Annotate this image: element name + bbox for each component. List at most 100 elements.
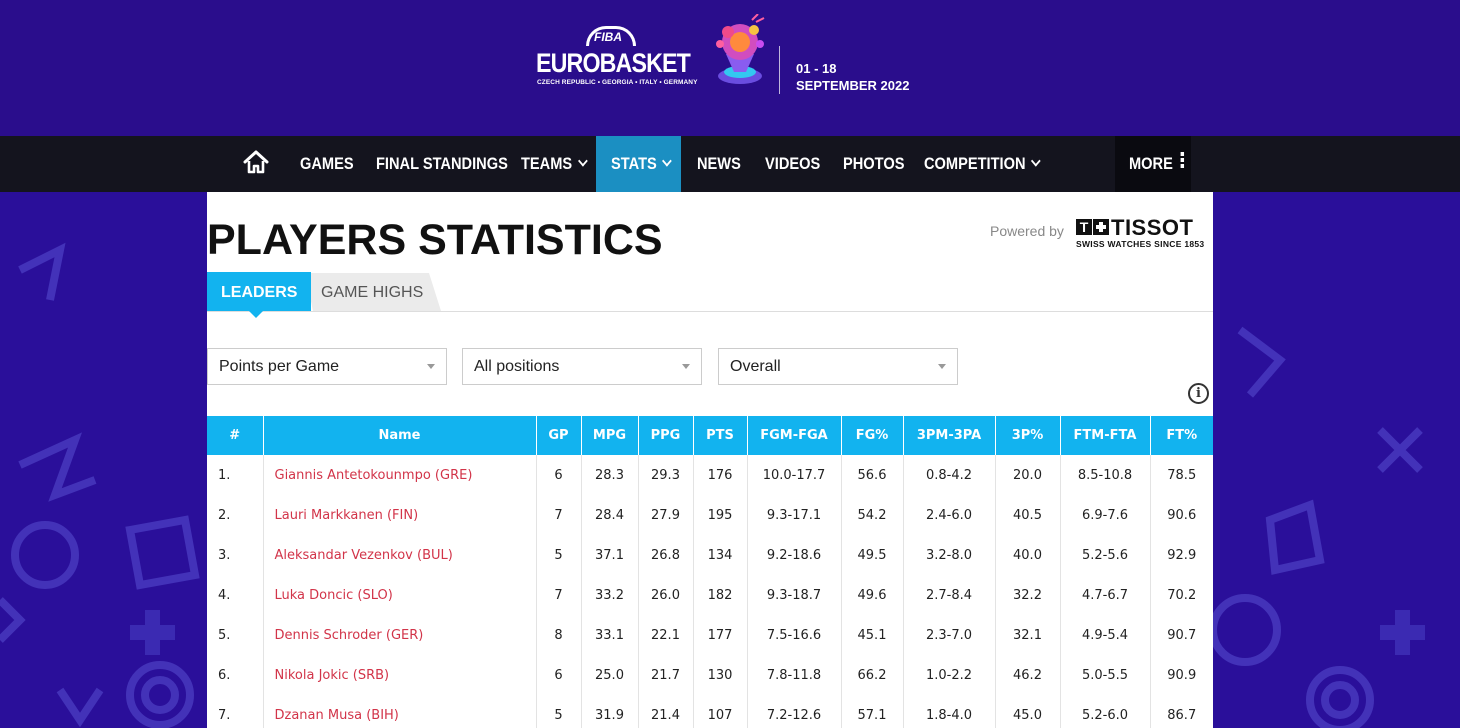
dates-line-2: SEPTEMBER 2022	[796, 78, 910, 93]
nav-photos[interactable]: PHOTOS	[843, 136, 904, 192]
phase-select-value: Overall	[730, 358, 781, 375]
event-dates: 01 - 18 SEPTEMBER 2022	[796, 60, 909, 94]
cell-player-name-link[interactable]: Giannis Antetokounmpo (GRE)	[263, 455, 537, 495]
cell-ppg: 29.3	[638, 455, 694, 495]
cell-ppg: 26.8	[638, 535, 694, 575]
cell-fg-pct: 66.2	[841, 655, 904, 695]
cell-ftm-fta: 8.5-10.8	[1060, 455, 1151, 495]
col-header-fgm-fga[interactable]: FGM-FGA	[747, 416, 842, 455]
cell-fgm-fga: 9.3-17.1	[747, 495, 842, 535]
nav-games[interactable]: GAMES	[300, 136, 354, 192]
cell-3p-pct: 20.0	[995, 455, 1061, 495]
chevron-down-icon	[662, 155, 672, 167]
cell-ft-pct: 70.2	[1167, 587, 1197, 603]
nav-teams-label: TEAMS	[521, 154, 573, 173]
cell-mpg: 31.9	[581, 695, 639, 728]
col-header-gp[interactable]: GP	[536, 416, 582, 455]
tissot-logo[interactable]: T TISSOT SWISS WATCHES SINCE 1853	[1076, 215, 1208, 251]
tab-game-highs[interactable]: GAME HIGHS	[305, 273, 441, 311]
tissot-wordmark: TISSOT	[1111, 215, 1194, 240]
cell-player-name-link[interactable]: Lauri Markkanen (FIN)	[263, 495, 537, 535]
cell-rank: 3.	[207, 535, 264, 575]
home-icon[interactable]	[243, 150, 269, 174]
dropdown-arrow-icon	[427, 364, 435, 369]
cell-fg-pct: 56.6	[841, 455, 904, 495]
col-header-fg-pct[interactable]: FG%	[841, 416, 904, 455]
cell-ftm-fta: 5.2-6.0	[1060, 695, 1151, 728]
nav-stats[interactable]: STATS	[611, 136, 672, 192]
dropdown-arrow-icon	[938, 364, 946, 369]
tissot-t-mark: T	[1076, 219, 1092, 235]
nav-more[interactable]: MORE	[1129, 136, 1185, 192]
cell-fg-pct: 49.5	[841, 535, 904, 575]
col-header-rank[interactable]: #	[207, 416, 264, 455]
col-header-pts[interactable]: PTS	[693, 416, 748, 455]
cell-mpg: 28.4	[581, 495, 639, 535]
cell-3pm-3pa: 2.4-6.0	[903, 495, 996, 535]
cell-player-name-link[interactable]: Dzanan Musa (BIH)	[263, 695, 537, 728]
table-row: 6. Nikola Jokic (SRB) 6 25.0 21.7 130 7.8-11.8…	[207, 655, 1213, 695]
cell-gp: 6	[536, 455, 582, 495]
cell-gp: 5	[536, 535, 582, 575]
cell-mpg: 28.3	[581, 455, 639, 495]
cell-fgm-fga: 9.2-18.6	[747, 535, 842, 575]
site-header: FIBA EUROBASKET CZECH REPUBLIC • GEORGIA…	[0, 0, 1460, 136]
cell-3p-pct: 45.0	[995, 695, 1061, 728]
cell-ft-pct: 92.9	[1167, 547, 1197, 563]
nav-teams[interactable]: TEAMS	[521, 136, 588, 192]
col-header-3pm-3pa[interactable]: 3PM-3PA	[903, 416, 996, 455]
col-header-ft-pct[interactable]: FT%	[1150, 416, 1213, 455]
dates-line-1: 01 - 18	[796, 61, 837, 76]
col-header-name[interactable]: Name	[263, 416, 537, 455]
cell-rank: 4.	[207, 575, 264, 615]
col-header-ppg[interactable]: PPG	[638, 416, 694, 455]
players-stats-table: # Name GP MPG PPG PTS FGM-FGA FG% 3PM-3P…	[207, 416, 1213, 728]
cell-3pm-3pa: 1.0-2.2	[903, 655, 996, 695]
cell-gp: 7	[536, 495, 582, 535]
cell-player-name-link[interactable]: Luka Doncic (SLO)	[263, 575, 537, 615]
nav-competition[interactable]: COMPETITION	[924, 136, 1041, 192]
cell-gp: 8	[536, 615, 582, 655]
eurobasket-logo[interactable]: FIBA EUROBASKET CZECH REPUBLIC • GEORGIA…	[536, 22, 697, 92]
nav-final-standings[interactable]: FINAL STANDINGS	[376, 136, 508, 192]
cell-fgm-fga: 7.2-12.6	[747, 695, 842, 728]
cell-player-name-link[interactable]: Dennis Schroder (GER)	[263, 615, 537, 655]
cell-ftm-fta: 4.9-5.4	[1060, 615, 1151, 655]
cell-rank: 7.	[207, 695, 264, 728]
stat-select[interactable]: Points per Game	[207, 348, 447, 385]
cell-3p-pct: 32.1	[995, 615, 1061, 655]
cell-3pm-3pa: 2.7-8.4	[903, 575, 996, 615]
position-select[interactable]: All positions	[462, 348, 702, 385]
cell-gp: 5	[536, 695, 582, 728]
phase-select[interactable]: Overall	[718, 348, 958, 385]
cell-3pm-3pa: 1.8-4.0	[903, 695, 996, 728]
cell-ftm-fta: 5.0-5.5	[1060, 655, 1151, 695]
cell-pts: 130	[693, 655, 748, 695]
nav-videos[interactable]: VIDEOS	[765, 136, 820, 192]
cell-rank: 1.	[207, 455, 264, 495]
logo-title: EUROBASKET	[536, 48, 691, 78]
table-row: 3. Aleksandar Vezenkov (BUL) 5 37.1 26.8 134 9…	[207, 535, 1213, 575]
cell-ft-pct: 90.9	[1167, 667, 1197, 683]
cell-ftm-fta: 5.2-5.6	[1060, 535, 1151, 575]
cell-pts: 134	[693, 535, 748, 575]
nav-news[interactable]: NEWS	[697, 136, 741, 192]
nav-competition-label: COMPETITION	[924, 154, 1026, 173]
cell-fg-pct: 49.6	[841, 575, 904, 615]
cell-mpg: 33.1	[581, 615, 639, 655]
cell-3p-pct: 46.2	[995, 655, 1061, 695]
powered-by-label: Powered by	[990, 223, 1064, 239]
info-icon[interactable]: i	[1188, 383, 1209, 404]
col-header-ftm-fta[interactable]: FTM-FTA	[1060, 416, 1151, 455]
chevron-down-icon	[1030, 155, 1041, 167]
cell-player-name-link[interactable]: Aleksandar Vezenkov (BUL)	[263, 535, 537, 575]
tab-leaders[interactable]: LEADERS	[207, 272, 311, 311]
col-header-3p-pct[interactable]: 3P%	[995, 416, 1061, 455]
cell-fgm-fga: 7.5-16.6	[747, 615, 842, 655]
cell-3p-pct: 40.0	[995, 535, 1061, 575]
logo-hosts: CZECH REPUBLIC • GEORGIA • ITALY • GERMA…	[537, 79, 698, 86]
cell-ft-pct: 90.7	[1167, 627, 1197, 643]
table-row: 1. Giannis Antetokounmpo (GRE) 6 28.3 29.3 17…	[207, 455, 1213, 495]
cell-player-name-link[interactable]: Nikola Jokic (SRB)	[263, 655, 537, 695]
col-header-mpg[interactable]: MPG	[581, 416, 639, 455]
